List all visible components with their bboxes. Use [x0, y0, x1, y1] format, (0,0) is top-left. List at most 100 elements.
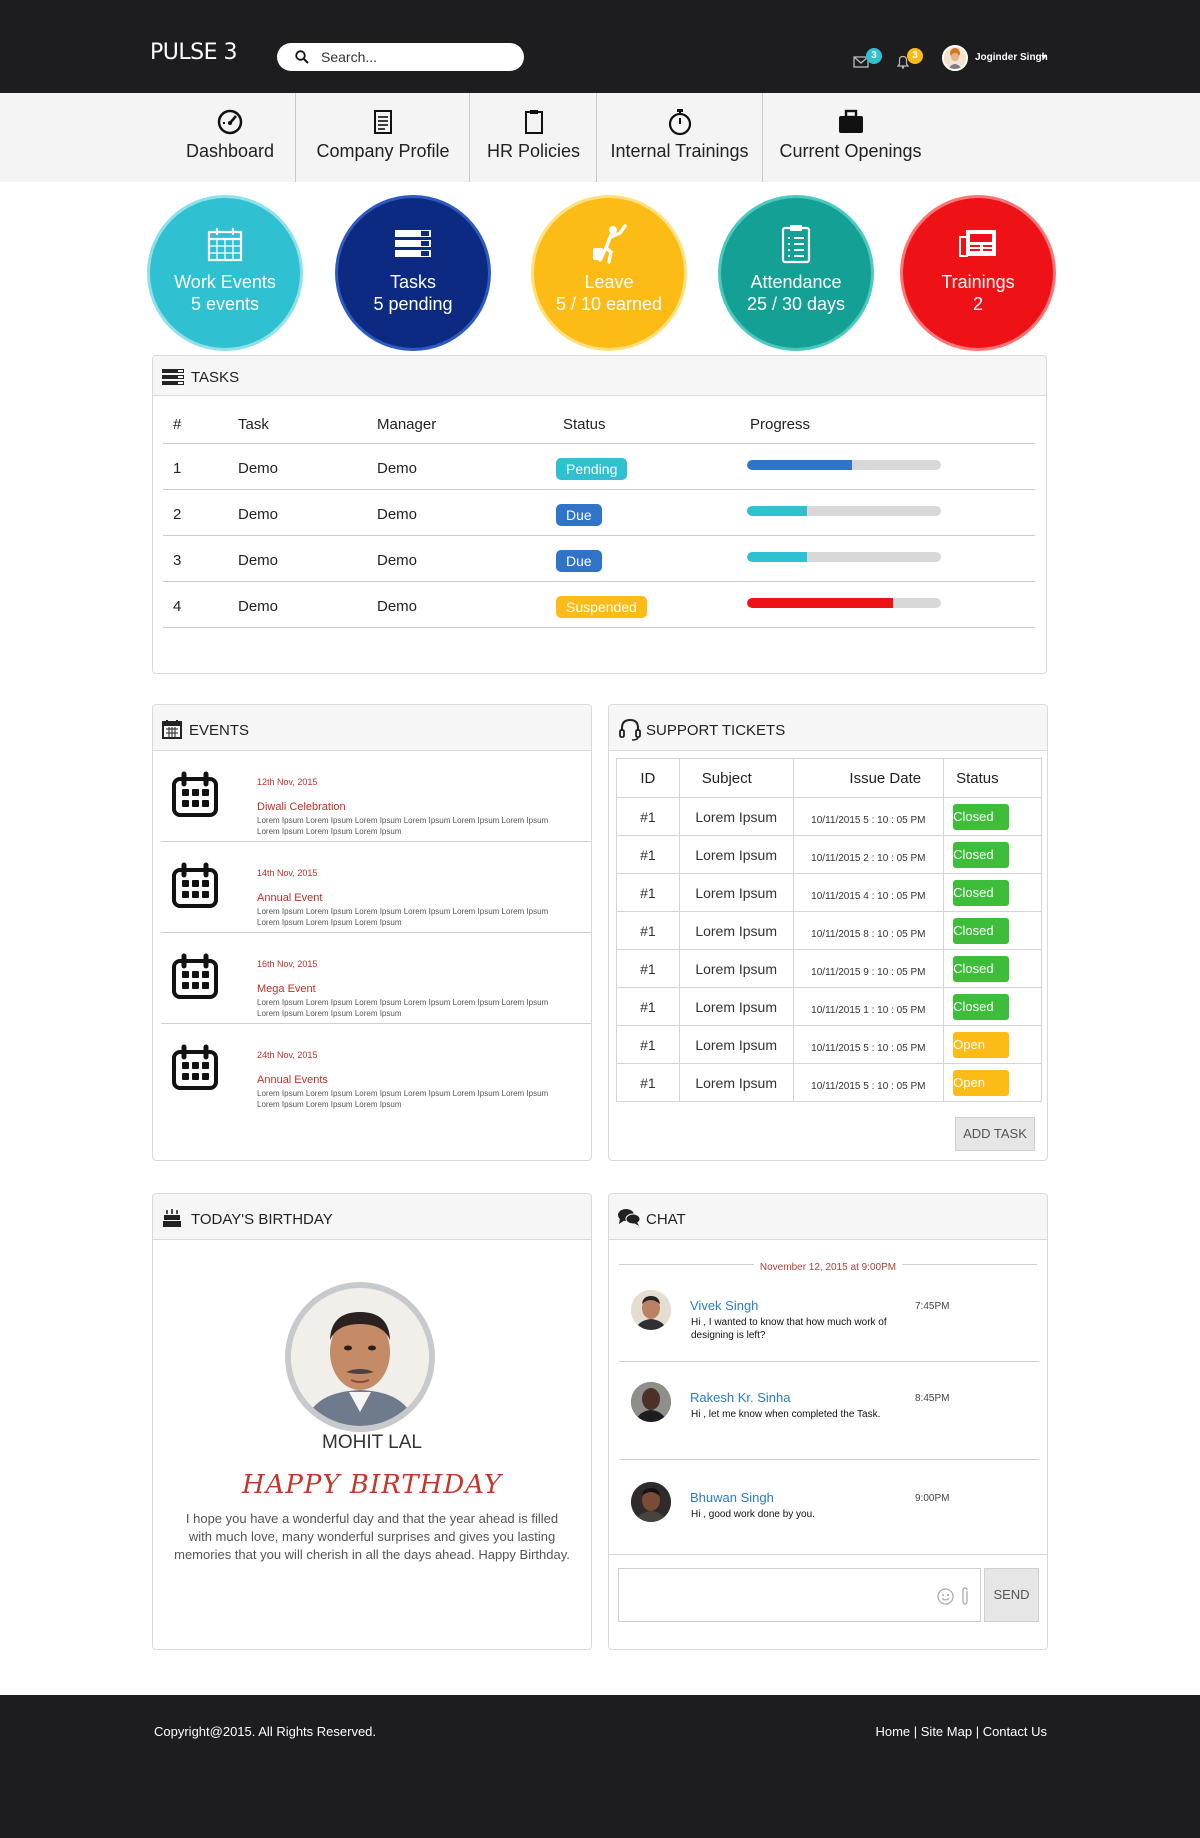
speedometer-icon — [217, 109, 243, 135]
nav-item-company-profile[interactable]: Company Profile — [296, 93, 470, 182]
event-title[interactable]: Mega Event — [257, 983, 316, 995]
footer-link-contact-us[interactable]: Contact Us — [983, 1724, 1047, 1739]
table-row[interactable]: #1 Lorem Ipsum 10/11/2015 4 : 10 : 05 PM Cl… — [616, 873, 1042, 912]
column-header: Task — [238, 416, 269, 433]
birthday-person-name: MOHIT LAL — [322, 1432, 422, 1453]
ticket-issue-date: 10/11/2015 1 : 10 : 05 PM — [792, 987, 945, 1026]
table-row[interactable]: 1 Demo Demo Pending — [163, 444, 1035, 490]
message-time: 9:00PM — [915, 1493, 950, 1504]
stat-tasks[interactable]: Tasks 5 pending — [338, 198, 488, 348]
event-title[interactable]: Annual Events — [257, 1074, 328, 1086]
chat-bubbles-icon — [618, 1209, 640, 1226]
ticket-issue-date: 10/11/2015 5 : 10 : 05 PM — [792, 1025, 945, 1064]
status-badge: Closed — [953, 917, 1010, 944]
ticket-issue-date: 10/11/2015 8 : 10 : 05 PM — [792, 911, 945, 950]
table-row[interactable]: #1 Lorem Ipsum 10/11/2015 5 : 10 : 05 PM Op… — [616, 1025, 1042, 1064]
send-button[interactable]: SEND — [984, 1568, 1039, 1622]
table-row[interactable]: #1 Lorem Ipsum 10/11/2015 8 : 10 : 05 PM Cl… — [616, 911, 1042, 950]
ticket-id: #1 — [616, 1063, 680, 1102]
search-icon — [295, 50, 309, 64]
sender-name[interactable]: Vivek Singh — [690, 1298, 758, 1313]
message-time: 7:45PM — [915, 1301, 950, 1312]
chat-message-input[interactable] — [618, 1568, 981, 1622]
stat-attendance[interactable]: Attendance 25 / 30 days — [721, 198, 871, 348]
panel-title: CHAT — [646, 1211, 686, 1228]
user-name[interactable]: Joginder Singh — [975, 52, 1048, 63]
list-item[interactable]: 12th Nov, 2015 Diwali Celebration Lorem Ip… — [161, 751, 591, 842]
tickets-table: ID Subject Issue Date Status #1 Lorem Ips… — [616, 758, 1042, 1102]
nav-item-internal-trainings[interactable]: Internal Trainings — [597, 93, 762, 182]
event-title[interactable]: Diwali Celebration — [257, 801, 346, 813]
ticket-subject: Lorem Ipsum — [678, 835, 794, 874]
ticket-id: #1 — [616, 797, 680, 836]
status-badge: Open — [953, 1069, 1010, 1096]
sender-name[interactable]: Bhuwan Singh — [690, 1490, 774, 1505]
stat-trainings[interactable]: Trainings 2 — [903, 198, 1053, 348]
table-row[interactable]: 3 Demo Demo Due — [163, 536, 1035, 582]
nav-item-label: Company Profile — [316, 141, 450, 161]
ticket-id: #1 — [616, 873, 680, 912]
task-name: Demo — [238, 598, 279, 615]
panel-title: TASKS — [191, 369, 240, 386]
chat-panel: CHAT November 12, 2015 at 9:00PM Vivek S… — [608, 1193, 1048, 1650]
nav-item-label: Dashboard — [185, 141, 275, 161]
table-row[interactable]: #1 Lorem Ipsum 10/11/2015 9 : 10 : 05 PM Cl… — [616, 949, 1042, 988]
table-row[interactable]: #1 Lorem Ipsum 10/11/2015 5 : 10 : 05 PM Cl… — [616, 797, 1042, 836]
table-row[interactable]: #1 Lorem Ipsum 10/11/2015 2 : 10 : 05 PM Cl… — [616, 835, 1042, 874]
progress-fill — [747, 506, 808, 516]
table-row[interactable]: #1 Lorem Ipsum 10/11/2015 5 : 10 : 05 PM Op… — [616, 1063, 1042, 1102]
event-title[interactable]: Annual Event — [257, 892, 322, 904]
sender-name[interactable]: Rakesh Kr. Sinha — [690, 1390, 790, 1405]
stat-work-events[interactable]: Work Events 5 events — [150, 198, 300, 348]
clipboard-icon — [524, 110, 543, 134]
user-avatar[interactable] — [942, 45, 968, 71]
nav-item-current-openings[interactable]: Current Openings — [763, 93, 938, 182]
progress-bar — [747, 552, 941, 562]
event-description: Lorem Ipsum Lorem Ipsum Lorem Ipsum Lore… — [257, 1089, 549, 1109]
ticket-id: #1 — [616, 835, 680, 874]
panel-header: TASKS — [153, 356, 1046, 396]
ticket-status-cell: Closed — [943, 835, 1042, 874]
task-manager: Demo — [377, 506, 418, 523]
footer-link-home[interactable]: Home — [875, 1724, 910, 1739]
search-input[interactable] — [321, 47, 511, 67]
panel-header: TODAY'S BIRTHDAY — [153, 1194, 591, 1240]
calendar-icon — [172, 953, 218, 999]
nav-item-hr-policies[interactable]: HR Policies — [470, 93, 597, 182]
app-logo[interactable]: PULSE 3 — [150, 40, 237, 65]
search-box[interactable] — [277, 43, 524, 71]
list-item[interactable]: 24th Nov, 2015 Annual Events Lorem Ipsum L… — [161, 1024, 591, 1115]
table-row[interactable]: #1 Lorem Ipsum 10/11/2015 1 : 10 : 05 PM Cl… — [616, 987, 1042, 1026]
column-header: # — [173, 416, 182, 433]
panel-title: EVENTS — [189, 722, 250, 739]
panel-title: SUPPORT TICKETS — [646, 722, 786, 739]
headset-icon — [619, 718, 641, 741]
status-badge: Due — [556, 550, 602, 572]
table-row[interactable]: 4 Demo Demo Suspended — [163, 582, 1035, 628]
event-date: 14th Nov, 2015 — [257, 868, 318, 878]
column-header: Subject — [678, 758, 794, 798]
stat-title: Work Events — [174, 272, 276, 292]
ticket-issue-date: 10/11/2015 4 : 10 : 05 PM — [792, 873, 945, 912]
list-item[interactable]: 14th Nov, 2015 Annual Event Lorem Ipsum Lo… — [161, 842, 591, 933]
nav-item-label: HR Policies — [486, 141, 581, 161]
stat-value: 25 / 30 days — [746, 294, 846, 314]
task-manager: Demo — [377, 552, 418, 569]
paperclip-icon[interactable] — [960, 1586, 970, 1606]
birthday-person-photo — [285, 1282, 435, 1432]
column-header: Status — [943, 758, 1042, 798]
status-badge: Closed — [953, 803, 1010, 830]
task-name: Demo — [238, 552, 279, 569]
table-row[interactable]: 2 Demo Demo Due — [163, 490, 1035, 536]
add-task-button[interactable]: ADD TASK — [955, 1117, 1035, 1151]
list-item[interactable]: 16th Nov, 2015 Mega Event Lorem Ipsum Lore… — [161, 933, 591, 1024]
footer-link-site-map[interactable]: Site Map — [921, 1724, 972, 1739]
nav-item-dashboard[interactable]: Dashboard — [160, 93, 300, 182]
emoji-icon[interactable] — [937, 1588, 954, 1605]
nav-item-label: Current Openings — [779, 141, 922, 161]
chevron-down-icon[interactable] — [1041, 55, 1047, 59]
document-icon — [374, 110, 392, 134]
status-badge: Closed — [953, 841, 1010, 868]
stat-leave[interactable]: Leave 5 / 10 earned — [534, 198, 684, 348]
ticket-status-cell: Open — [943, 1025, 1042, 1064]
